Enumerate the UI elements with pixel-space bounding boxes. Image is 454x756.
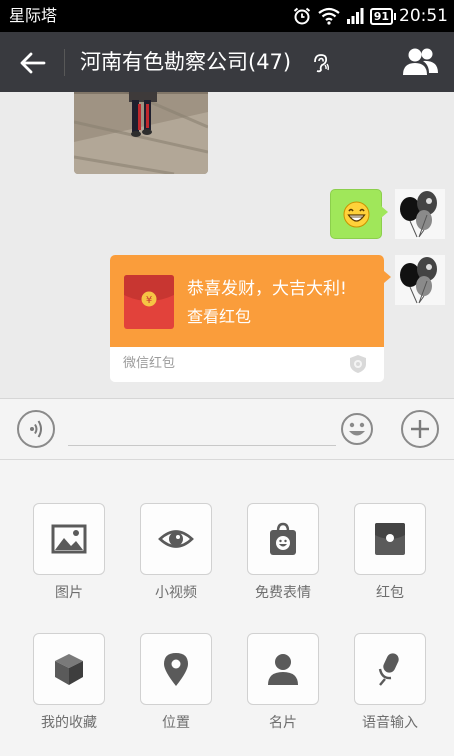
chat-title: 河南有色勘察公司(47) bbox=[80, 50, 292, 74]
panel-item-label: 免费表情 bbox=[255, 585, 311, 601]
panel-item-favorites[interactable]: 我的收藏 bbox=[33, 633, 105, 733]
emoji-icon[interactable] bbox=[340, 412, 374, 446]
voice-input-tile[interactable] bbox=[354, 633, 426, 705]
contact-card-tile[interactable] bbox=[247, 633, 319, 705]
panel-item-red-packet[interactable]: 红包 bbox=[354, 503, 426, 603]
battery-icon: 91 bbox=[369, 7, 397, 25]
red-envelope-icon: ¥ bbox=[124, 275, 174, 329]
location-pin-icon bbox=[164, 653, 188, 686]
chat-header: 河南有色勘察公司(47) bbox=[0, 32, 454, 92]
panel-item-label: 名片 bbox=[269, 715, 297, 731]
red-packet-tile[interactable] bbox=[354, 503, 426, 575]
panel-item-label: 红包 bbox=[376, 585, 404, 601]
alarm-icon bbox=[293, 7, 310, 25]
status-bar: 星际塔 91 20:51 bbox=[0, 0, 454, 32]
video-tile[interactable] bbox=[140, 503, 212, 575]
panel-item-label: 小视频 bbox=[155, 585, 197, 601]
panel-item-picture[interactable]: 图片 bbox=[33, 503, 105, 603]
sticker-message[interactable] bbox=[330, 189, 388, 239]
eye-icon bbox=[158, 530, 194, 548]
person-icon bbox=[268, 654, 298, 685]
avatar[interactable] bbox=[395, 189, 445, 239]
avatar[interactable] bbox=[395, 255, 445, 305]
red-packet-action: 查看红包 bbox=[187, 307, 252, 326]
picture-tile[interactable] bbox=[33, 503, 105, 575]
red-packet-body: ¥ 恭喜发财，大吉大利! 查看红包 bbox=[110, 255, 391, 347]
microphone-icon bbox=[378, 653, 399, 686]
wechat-pay-icon bbox=[350, 355, 366, 373]
sticker-bag-icon bbox=[270, 522, 296, 555]
red-packet-icon bbox=[375, 523, 405, 555]
panel-item-voice-input[interactable]: 语音输入 bbox=[354, 633, 426, 733]
grinning-face-icon bbox=[343, 201, 370, 228]
red-packet-source: 微信红包 bbox=[123, 356, 176, 371]
clock: 20:51 bbox=[399, 6, 448, 26]
message-input[interactable] bbox=[68, 411, 336, 446]
panel-item-video[interactable]: 小视频 bbox=[140, 503, 212, 603]
panel-item-label: 我的收藏 bbox=[41, 715, 97, 731]
status-icons: 91 20:51 bbox=[292, 5, 448, 27]
arrow-left-icon[interactable] bbox=[18, 48, 48, 78]
location-tile[interactable] bbox=[140, 633, 212, 705]
svg-text:¥: ¥ bbox=[146, 295, 152, 306]
panel-item-stickers[interactable]: 免费表情 bbox=[247, 503, 319, 603]
stickers-tile[interactable] bbox=[247, 503, 319, 575]
picture-icon bbox=[51, 524, 87, 554]
panel-item-label: 位置 bbox=[162, 715, 190, 731]
chat-messages: ¥ 恭喜发财，大吉大利! 查看红包 微信红包 bbox=[0, 92, 454, 398]
input-bar bbox=[0, 398, 454, 460]
signal-icon bbox=[346, 8, 364, 24]
cube-icon bbox=[55, 654, 83, 685]
attachment-panel: 图片 小视频 免费表情 红包 我的收藏 位置 名片 语音输入 bbox=[0, 460, 454, 756]
plus-icon[interactable] bbox=[401, 410, 439, 448]
wifi-icon bbox=[318, 7, 340, 25]
voice-icon[interactable] bbox=[17, 410, 55, 448]
image-message[interactable] bbox=[74, 92, 208, 174]
title-divider bbox=[64, 49, 65, 76]
carrier-name: 星际塔 bbox=[9, 6, 58, 25]
panel-item-location[interactable]: 位置 bbox=[140, 633, 212, 733]
panel-item-label: 语音输入 bbox=[362, 715, 418, 731]
red-packet-message[interactable]: ¥ 恭喜发财，大吉大利! 查看红包 微信红包 bbox=[110, 255, 391, 382]
people-icon[interactable] bbox=[400, 46, 440, 78]
ear-mute-icon bbox=[314, 54, 330, 73]
panel-item-label: 图片 bbox=[55, 585, 83, 601]
favorites-tile[interactable] bbox=[33, 633, 105, 705]
panel-item-contact-card[interactable]: 名片 bbox=[247, 633, 319, 733]
red-packet-greeting: 恭喜发财，大吉大利! bbox=[187, 279, 347, 299]
